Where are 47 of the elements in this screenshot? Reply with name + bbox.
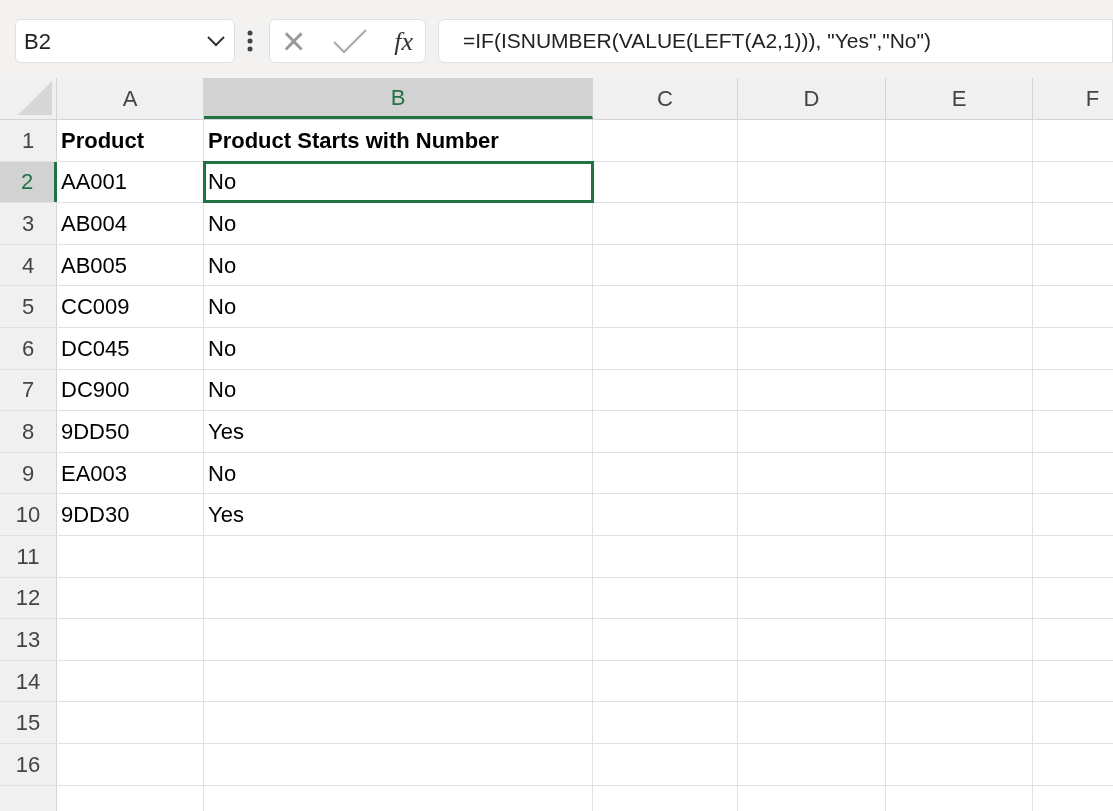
row-header[interactable]: 10: [0, 494, 57, 535]
row-header[interactable]: 16: [0, 743, 57, 785]
more-options-icon[interactable]: [247, 30, 253, 52]
column-header[interactable]: F: [1033, 78, 1113, 119]
table-cell: AA001: [57, 161, 204, 203]
row-header[interactable]: 1: [0, 120, 57, 161]
table-cell: 9DD30: [57, 494, 204, 535]
table-cell: Product Starts with Number: [204, 120, 593, 161]
row-header[interactable]: 12: [0, 577, 57, 619]
table-cell: DC045: [57, 327, 204, 369]
name-box[interactable]: B2: [15, 19, 235, 63]
table-cell: AB005: [57, 244, 204, 286]
row-header[interactable]: 4: [0, 244, 57, 286]
checkmark-icon[interactable]: [331, 28, 368, 54]
row-header[interactable]: 3: [0, 203, 57, 244]
column-header[interactable]: D: [738, 78, 886, 119]
row-header[interactable]: 6: [0, 327, 57, 369]
table-cell: No: [204, 369, 593, 411]
table-cell: No: [204, 161, 593, 203]
table-cell: No: [204, 203, 593, 244]
table-cell: CC009: [57, 286, 204, 327]
function-button[interactable]: fx: [394, 21, 413, 61]
table-cell: Yes: [204, 411, 593, 452]
formula-field[interactable]: =IF(ISNUMBER(VALUE(LEFT(A2,1))), "Yes","No"): [438, 19, 1113, 63]
table-cell: 9DD50: [57, 411, 204, 452]
table-cell: No: [204, 286, 593, 327]
row-header[interactable]: 2: [0, 161, 57, 203]
row-header[interactable]: 9: [0, 452, 57, 494]
row-header[interactable]: 5: [0, 286, 57, 327]
row-header[interactable]: 13: [0, 619, 57, 660]
table-cell: EA003: [57, 452, 204, 494]
row-header[interactable]: 11: [0, 535, 57, 577]
table-cell: Yes: [204, 494, 593, 535]
column-header[interactable]: E: [886, 78, 1033, 119]
row-header[interactable]: 15: [0, 702, 57, 743]
table-cell: No: [204, 244, 593, 286]
chevron-down-icon: [206, 35, 226, 47]
column-header[interactable]: C: [593, 78, 738, 119]
row-header[interactable]: 14: [0, 660, 57, 702]
table-cell: AB004: [57, 203, 204, 244]
column-header[interactable]: B: [204, 78, 593, 119]
table-cell: DC900: [57, 369, 204, 411]
table-cell: No: [204, 327, 593, 369]
table-cell: Product: [57, 120, 204, 161]
row-header[interactable]: 7: [0, 369, 57, 411]
row-header[interactable]: 8: [0, 411, 57, 452]
table-cell: No: [204, 452, 593, 494]
